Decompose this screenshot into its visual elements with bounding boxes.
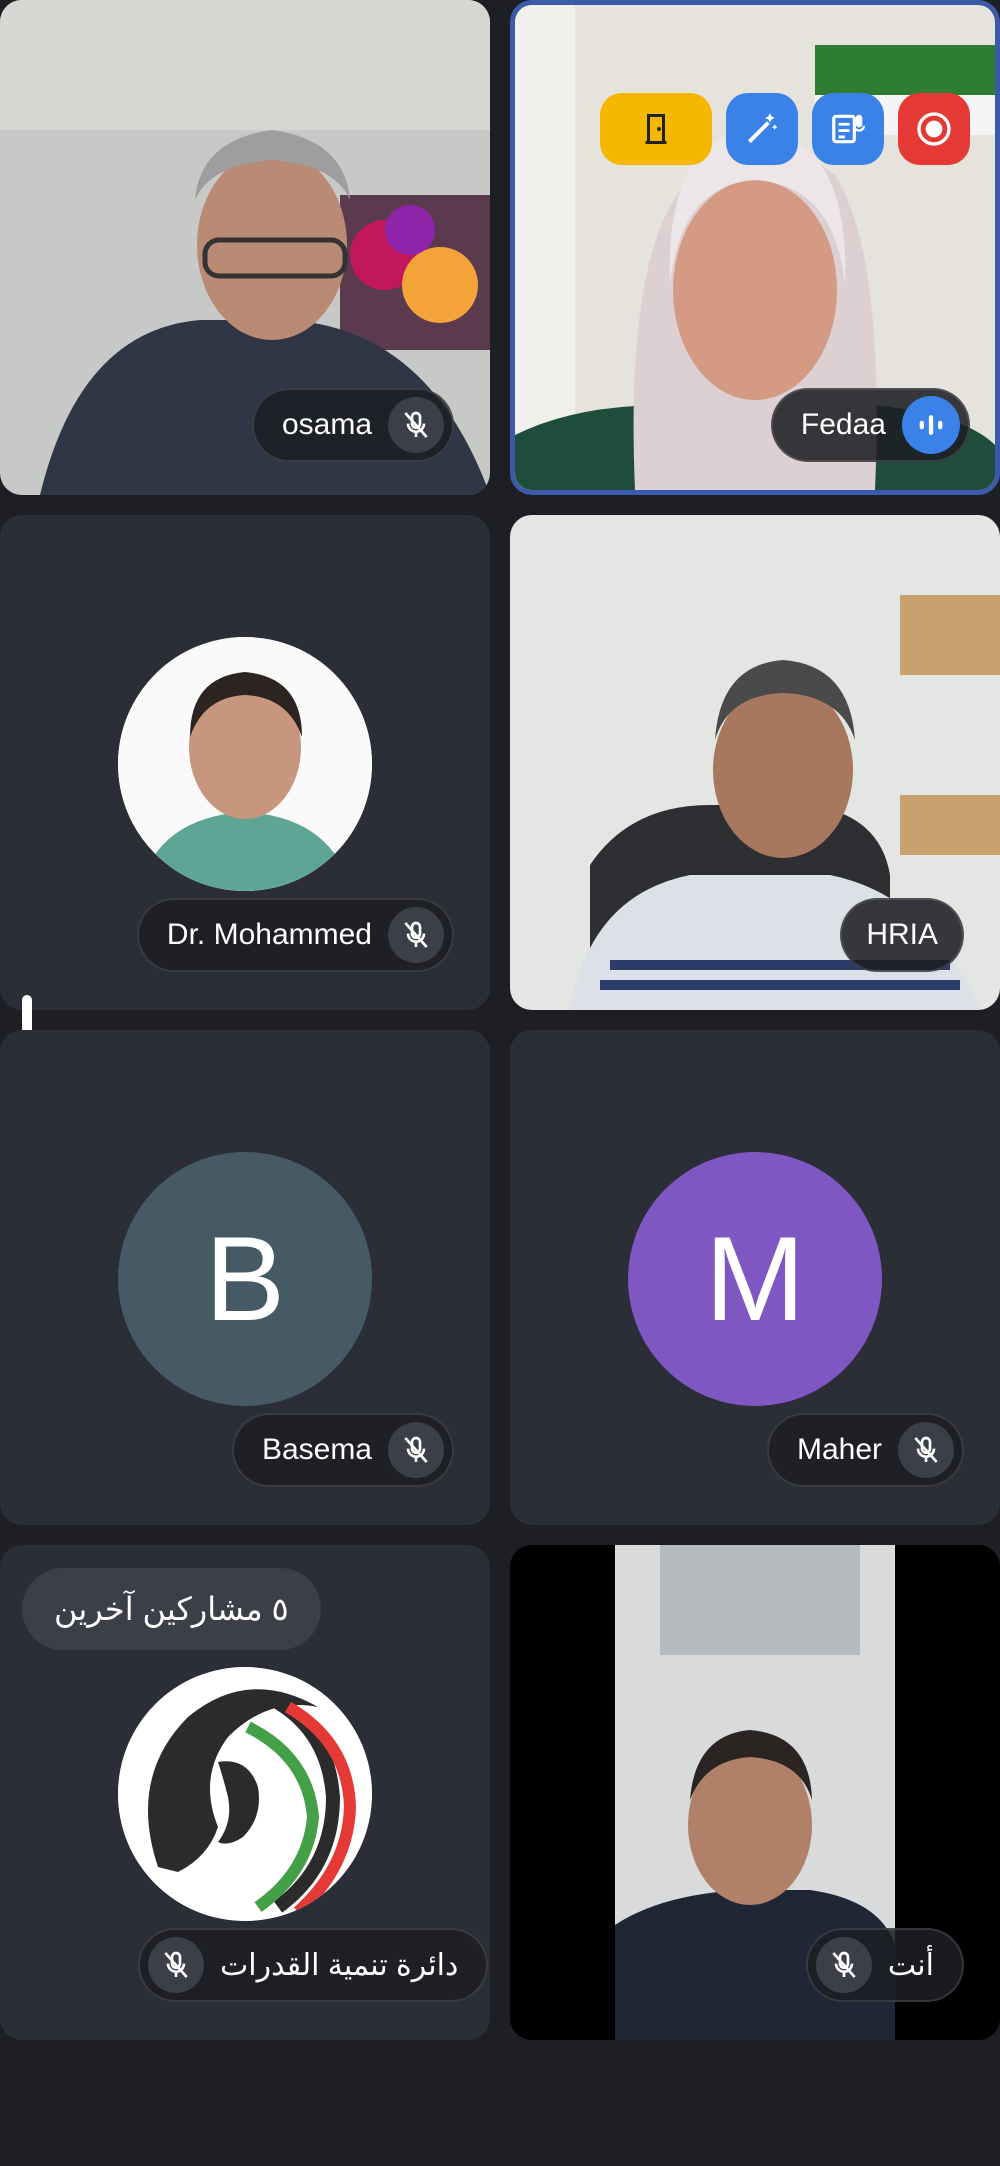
door-icon (645, 114, 667, 144)
nametag-maher: Maher (766, 1413, 964, 1487)
participant-name: دائرة تنمية القدرات (220, 1948, 459, 1982)
participant-tile-self[interactable]: أنت (510, 1545, 1000, 2040)
other-participants-pill[interactable]: ٥ مشاركين آخرين (22, 1568, 321, 1650)
nametag-fedaa: Fedaa (770, 388, 970, 462)
organization-logo (118, 1667, 372, 1921)
participant-tile-basema[interactable]: B Basema (0, 1030, 490, 1525)
participant-name: Fedaa (800, 408, 886, 441)
exit-breakout-button[interactable] (600, 93, 712, 165)
mic-muted-icon (815, 1937, 872, 1993)
mic-muted-icon (898, 1422, 954, 1478)
participant-name: HRIA (866, 918, 938, 951)
record-icon (917, 112, 951, 146)
transcript-button[interactable] (812, 93, 884, 165)
avatar: M (628, 1152, 882, 1406)
logo-avatar (118, 1667, 372, 1921)
participant-tile-hria[interactable]: HRIA (510, 515, 1000, 1010)
nametag-capacity-dept: دائرة تنمية القدرات (138, 1928, 489, 2002)
mic-muted-icon (388, 397, 444, 453)
participant-name: Basema (261, 1433, 372, 1466)
mic-muted-icon (148, 1937, 204, 1993)
mic-muted-icon (388, 1422, 444, 1478)
participant-tile-fedaa[interactable]: Fedaa (510, 0, 1000, 495)
nametag-dr-mohammed: Dr. Mohammed (136, 898, 454, 972)
participant-name: Dr. Mohammed (166, 918, 372, 951)
participant-name: أنت (887, 1948, 934, 1982)
nametag-basema: Basema (231, 1413, 454, 1487)
avatar (118, 637, 372, 891)
nametag-hria: HRIA (840, 898, 964, 972)
participant-tile-dr-mohammed[interactable]: Dr. Mohammed (0, 515, 490, 1010)
effects-button[interactable] (726, 93, 798, 165)
recording-button[interactable] (898, 93, 970, 165)
avatar: B (118, 1152, 372, 1406)
audio-speaking-icon (902, 396, 960, 454)
transcript-icon (832, 114, 866, 144)
nametag-self: أنت (805, 1928, 964, 2002)
participant-name: Maher (796, 1433, 882, 1466)
participant-name: osama (281, 408, 372, 441)
avatar-initial: M (705, 1212, 805, 1346)
magic-wand-icon (747, 113, 778, 144)
nametag-osama: osama (251, 388, 454, 462)
participant-tile-maher[interactable]: M Maher (510, 1030, 1000, 1525)
avatar-initial: B (204, 1212, 286, 1346)
mic-muted-icon (388, 907, 444, 963)
participant-tile-osama[interactable]: osama (0, 0, 490, 495)
